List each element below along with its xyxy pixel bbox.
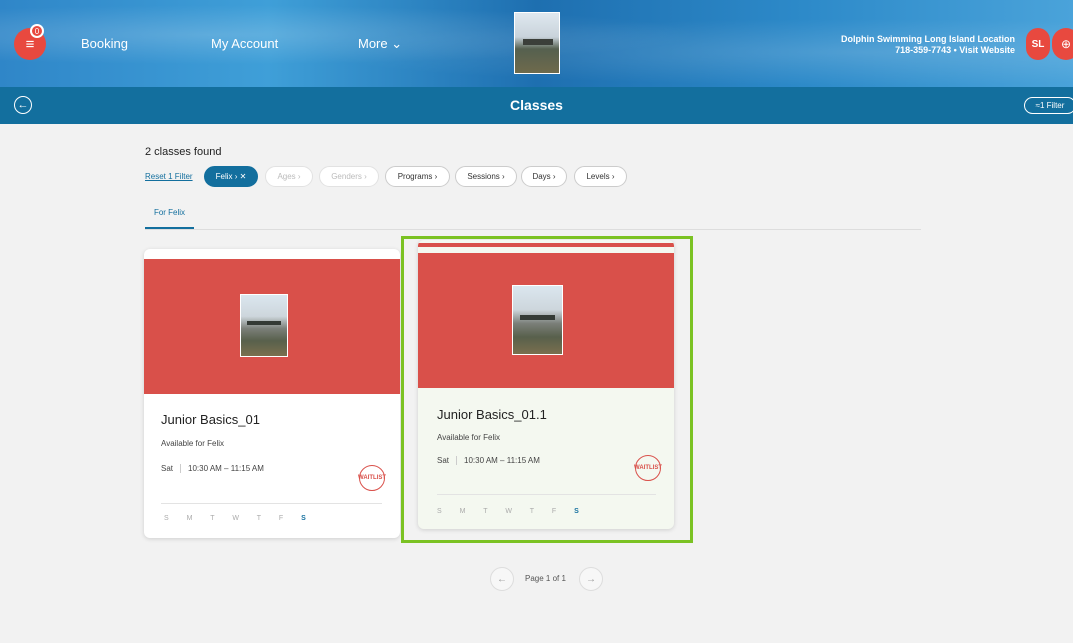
results-count: 2 classes found bbox=[145, 146, 222, 158]
cart-button[interactable]: ⊕ bbox=[1052, 28, 1073, 60]
page-title: Classes bbox=[510, 97, 563, 113]
card-hero bbox=[144, 259, 400, 394]
class-schedule: Sat 10:30 AM – 11:15 AM bbox=[161, 464, 264, 474]
weekday-row: S M T W T F S bbox=[164, 515, 314, 522]
location-contact[interactable]: 718-359-7743 • Visit Website bbox=[841, 45, 1015, 56]
site-logo[interactable] bbox=[514, 12, 560, 74]
reset-filter-link[interactable]: Reset 1 Filter bbox=[145, 172, 193, 181]
notification-badge: 0 bbox=[30, 24, 44, 38]
filter-chip-programs[interactable]: Programs › bbox=[385, 166, 450, 187]
nav-booking[interactable]: Booking bbox=[81, 36, 128, 51]
filter-chip-ages[interactable]: Ages › bbox=[265, 166, 313, 187]
weekday-active: S bbox=[301, 515, 314, 522]
filter-chip-levels[interactable]: Levels › bbox=[574, 166, 627, 187]
card-divider bbox=[161, 503, 382, 504]
class-image bbox=[240, 294, 288, 357]
class-day: Sat bbox=[161, 464, 174, 473]
filter-chip-genders[interactable]: Genders › bbox=[319, 166, 379, 187]
availability-text: Available for Felix bbox=[161, 439, 224, 448]
location-info: Dolphin Swimming Long Island Location 71… bbox=[841, 34, 1015, 56]
menu-icon: ≡ bbox=[25, 35, 35, 53]
avatar[interactable]: SL bbox=[1026, 28, 1050, 60]
filter-chip-sessions[interactable]: Sessions › bbox=[455, 166, 517, 187]
weekday-inactive: S M T W T F bbox=[164, 515, 292, 522]
page-indicator: Page 1 of 1 bbox=[525, 574, 566, 583]
waitlist-badge: WAITLIST bbox=[358, 465, 386, 491]
top-nav: ≡ 0 Booking My Account More ⌄ Dolphin Sw… bbox=[0, 0, 1073, 87]
schedule-separator bbox=[180, 464, 182, 474]
page-header: ← Classes ≈1 Filter bbox=[0, 87, 1073, 124]
cart-icon: ⊕ bbox=[1060, 37, 1072, 51]
tab-for-felix[interactable]: For Felix bbox=[145, 208, 194, 229]
arrow-right-icon: → bbox=[586, 573, 596, 585]
location-name: Dolphin Swimming Long Island Location bbox=[841, 34, 1015, 44]
filter-chip-days[interactable]: Days › bbox=[521, 166, 567, 187]
selection-highlight bbox=[401, 236, 693, 543]
nav-more[interactable]: More ⌄ bbox=[358, 36, 402, 52]
prev-page-button[interactable]: ← bbox=[490, 567, 514, 591]
class-time: 10:30 AM – 11:15 AM bbox=[188, 464, 264, 473]
class-card[interactable]: Junior Basics_01 Available for Felix Sat… bbox=[144, 249, 400, 538]
nav-my-account[interactable]: My Account bbox=[211, 36, 278, 51]
tab-divider bbox=[145, 229, 921, 230]
next-page-button[interactable]: → bbox=[579, 567, 603, 591]
filter-button[interactable]: ≈1 Filter bbox=[1024, 97, 1073, 114]
class-title[interactable]: Junior Basics_01 bbox=[161, 412, 260, 427]
filter-chip-felix[interactable]: Felix › ✕ bbox=[204, 166, 258, 187]
arrow-left-icon: ← bbox=[497, 573, 507, 585]
